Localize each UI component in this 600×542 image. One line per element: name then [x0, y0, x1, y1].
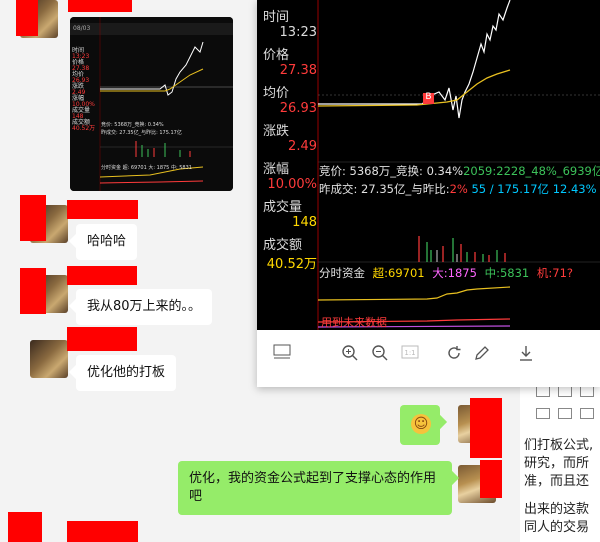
message-text: 优化他的打板 [87, 365, 166, 380]
align-icon[interactable] [536, 386, 550, 397]
document-panel: 们打板公式, 研究，而所 准，而且还 出来的这款 同人的交易 [520, 380, 600, 542]
fund-big-value: 1875 [447, 266, 477, 280]
thumb-value: 40.52万 [72, 125, 96, 132]
future-data-warning: 用到未来数据 [321, 316, 387, 329]
thumb-value: 10.00% [72, 101, 95, 108]
message-bubble[interactable]: 我从80万上来的。。 [76, 289, 213, 325]
thumb-date: 08/03 [73, 25, 91, 32]
message-text: 哈哈哈 [87, 234, 127, 249]
fund-inst-value: 71? [552, 266, 574, 280]
turnover-pct: 12.43% [552, 182, 597, 196]
fund-mid-value: 5831 [499, 266, 530, 280]
label-change: 涨跌 [263, 124, 290, 139]
thumb-value: 27.38 [72, 65, 90, 72]
zoom-out-icon[interactable] [369, 344, 391, 366]
turnover-ratio: 2% [449, 182, 468, 196]
avatar[interactable] [30, 340, 68, 378]
stock-chart: 时间 13:23 价格 27.38 均价 26.93 涨跌 2.49 涨幅 10… [257, 0, 600, 330]
label-amount: 成交额 [263, 238, 303, 253]
thumb-line2: 昨成交: 27.35亿_与昨比: 175.17亿 [101, 130, 182, 136]
redacted-name [67, 521, 138, 542]
fund-big-label: 大: [432, 266, 448, 280]
zoom-in-icon[interactable] [339, 344, 361, 366]
value-amount: 40.52万 [266, 257, 317, 272]
redacted-name [67, 327, 137, 351]
thumb-line1: 竞价: 5368万_竞换: 0.34% [101, 122, 164, 128]
redacted-avatar [480, 460, 502, 498]
image-toolbar: 1:1 [257, 330, 600, 387]
message-bubble[interactable]: 优化他的打板 [76, 355, 177, 391]
thumb-value: 148 [72, 113, 84, 120]
doc-text: 们打板公式, [524, 438, 594, 453]
indent-icon[interactable] [536, 408, 550, 419]
label-pct: 涨幅 [263, 162, 290, 177]
indent-icon[interactable] [558, 408, 572, 419]
doc-text: 同人的交易 [524, 520, 590, 535]
value-volume: 148 [292, 215, 317, 230]
redacted-name [16, 0, 38, 36]
download-icon[interactable] [515, 344, 537, 366]
fund-flow-line: 分时资金 超:69701 大:1875 中:5831 机:71? [319, 265, 573, 281]
align-icon[interactable] [580, 386, 594, 397]
doc-text: 准，而且还 [524, 474, 590, 489]
doc-text: 出来的这款 [524, 502, 590, 517]
redacted-avatar [8, 512, 42, 542]
redacted-avatar [20, 195, 46, 241]
smile-emoji-icon: ☺ [411, 414, 431, 434]
thumb-values: 13:23 27.38 26.93 2.49 10.00% 148 40.52万 [72, 51, 95, 135]
bid-info: 竞价: 5368万_竞换: 0.34% [319, 164, 464, 178]
align-icon[interactable] [558, 386, 572, 397]
thumb-value: 2.49 [72, 89, 86, 96]
buy-marker: B [425, 92, 432, 102]
doc-text: 研究，而所 [524, 456, 590, 471]
message-bubble[interactable]: 哈哈哈 [76, 224, 138, 260]
message-text: 我从80万上来的。。 [87, 299, 202, 314]
label-time: 时间 [263, 10, 290, 25]
turnover-info: 昨成交: 27.35亿_与昨比: [319, 182, 450, 196]
rotate-icon[interactable] [443, 344, 465, 366]
fund-super-value: 69701 [388, 266, 425, 280]
actual-size-icon[interactable]: 1:1 [399, 344, 421, 366]
sidebar-toggle-icon[interactable] [271, 344, 293, 366]
value-price: 27.38 [279, 63, 317, 78]
fund-inst-label: 机: [536, 266, 553, 280]
value-pct: 10.00% [267, 177, 317, 192]
value-change: 2.49 [288, 139, 317, 154]
thumb-value: 13:23 [72, 53, 90, 60]
stock-screenshot-thumbnail[interactable]: 08/03 时间 价格 均价 涨跌 涨幅 成交量 成交额 13:23 27.38… [70, 17, 233, 191]
value-avg: 26.93 [279, 101, 317, 116]
message-bubble[interactable]: ☺ [400, 405, 440, 445]
fund-mid-label: 中: [484, 266, 500, 280]
bid-info-green: 2059:2228_48%_6939亿 [463, 164, 600, 178]
thumb-fund: 分时资金 超: 69701 大: 1875 中: 5831 [101, 165, 192, 171]
turnover-amount: 55 / 175.17亿 [471, 182, 550, 196]
redacted-name [68, 0, 132, 12]
bid-info-line: 竞价: 5368万_竞换: 0.34%2059:2228_48%_6939亿 [319, 163, 600, 179]
redacted-avatar [20, 268, 46, 314]
message-text: 优化，我的资金公式起到了支撑心态的作用吧 [189, 471, 437, 504]
message-bubble[interactable]: 优化，我的资金公式起到了支撑心态的作用吧 [178, 461, 452, 515]
image-viewer-popup[interactable]: 时间 13:23 价格 27.38 均价 26.93 涨跌 2.49 涨幅 10… [257, 0, 600, 387]
redacted-name [67, 266, 137, 285]
indent-icon[interactable] [580, 408, 594, 419]
turnover-info-line: 昨成交: 27.35亿_与昨比:2% 55 / 175.17亿 12.43% [319, 181, 597, 197]
thumb-value: 26.93 [72, 77, 90, 84]
redacted-avatar [470, 398, 502, 458]
edit-pencil-icon[interactable] [471, 344, 493, 366]
redacted-name [67, 200, 138, 219]
label-price: 价格 [263, 48, 290, 63]
svg-text:1:1: 1:1 [404, 349, 415, 357]
label-avg: 均价 [263, 86, 290, 101]
fund-super-label: 超: [372, 266, 389, 280]
fund-title: 分时资金 [319, 266, 365, 280]
label-volume: 成交量 [263, 200, 303, 215]
value-time: 13:23 [279, 25, 317, 40]
